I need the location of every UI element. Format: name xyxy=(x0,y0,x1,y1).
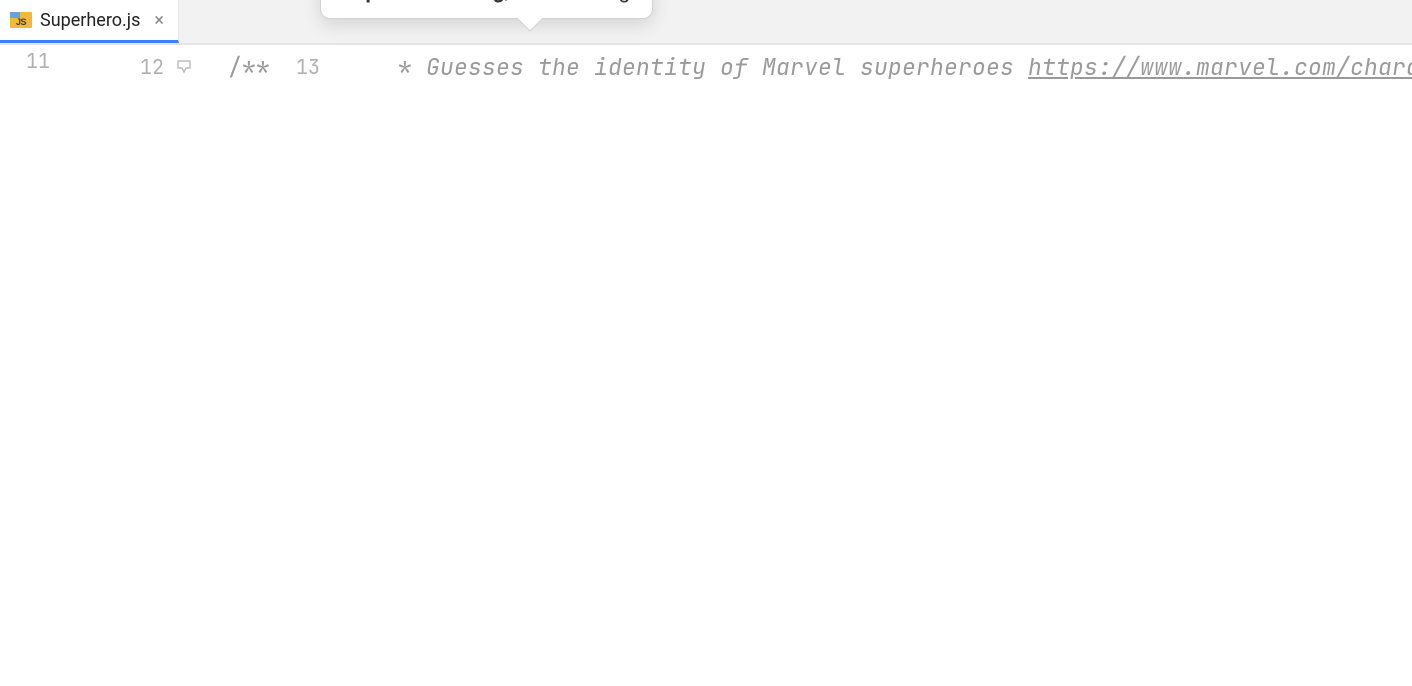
file-tab-label: Superhero.js xyxy=(40,10,140,31)
token: https://www.marvel.com/characters xyxy=(1028,52,1412,82)
line-number: 12 xyxy=(114,54,174,80)
line-number: 13 xyxy=(270,54,330,80)
svg-text:JS: JS xyxy=(16,17,27,27)
tab-bar: JS Superhero.js × xyxy=(0,0,1412,44)
editor[interactable]: 1112/**13 * Guesses the identity of Marv… xyxy=(0,44,1412,686)
parameter-hint-popup: superhero: string, name: string xyxy=(320,0,653,19)
fold-open-down-icon[interactable] xyxy=(174,60,194,74)
token: * xyxy=(384,52,426,82)
hint-rest-params: , name: string xyxy=(505,0,631,4)
code-line[interactable]: 12 /** xyxy=(114,45,270,89)
file-tab[interactable]: JS Superhero.js × xyxy=(0,0,179,43)
js-file-icon: JS xyxy=(10,9,32,31)
code-line[interactable]: 13 * Guesses the identity of Marvel supe… xyxy=(270,45,1412,89)
code-text[interactable]: /** xyxy=(228,52,270,82)
token: /** xyxy=(228,52,270,82)
code-text[interactable]: * Guesses the identity of Marvel superhe… xyxy=(384,52,1412,82)
code-line[interactable]: 11 xyxy=(0,45,114,67)
line-number: 11 xyxy=(0,48,60,74)
token: Guesses the identity of Marvel superhero… xyxy=(426,52,1028,82)
hint-active-param: superhero: string xyxy=(343,0,505,4)
close-icon[interactable]: × xyxy=(148,10,164,31)
